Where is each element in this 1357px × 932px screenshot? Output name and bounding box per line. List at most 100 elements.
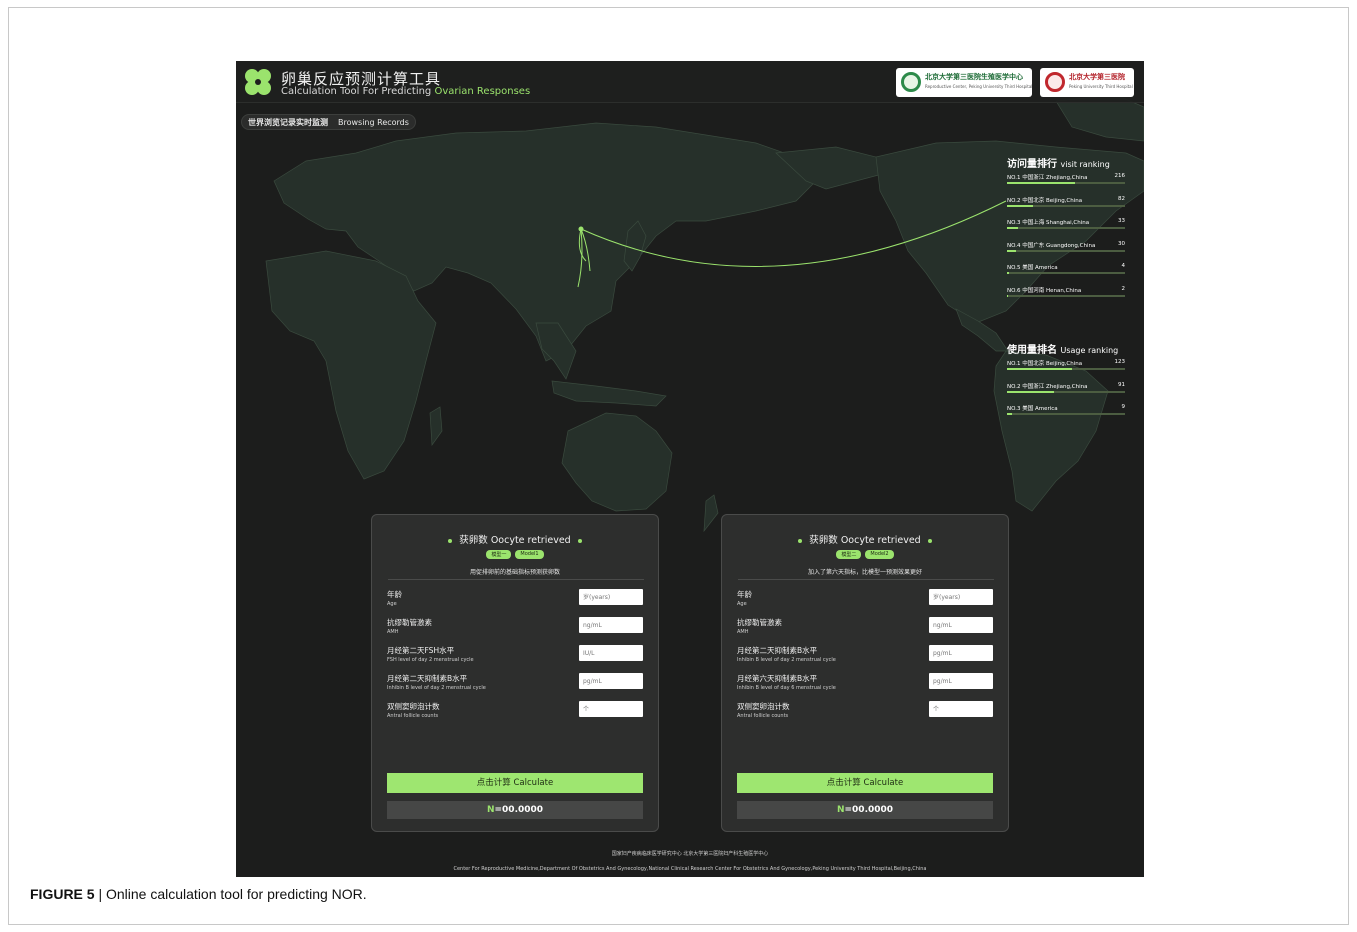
- result-display: N=00.0000: [737, 801, 993, 819]
- ranking-bar-fill: [1007, 227, 1018, 229]
- ranking-bar-fill: [1007, 413, 1012, 415]
- ranking-bar-fill: [1007, 294, 1009, 297]
- field-label-en: Inhibin B level of day 2 menstrual cycle: [387, 685, 486, 691]
- usage-ranking-title-en: Usage ranking: [1060, 346, 1119, 355]
- bullet-dot-icon: [927, 538, 932, 543]
- caption-label: FIGURE 5: [30, 886, 95, 902]
- ranking-bar-track: [1007, 294, 1125, 297]
- input-field-row: 抗缪勒管激素 AMH: [737, 617, 995, 637]
- ranking-bar-track: [1007, 390, 1125, 393]
- footer-cn: 国家妇产疾病临床医学研究中心 北京大学第三医院妇产科生殖医学中心: [611, 851, 769, 857]
- origin-point: [578, 226, 584, 232]
- card-title-text: 获卵数 Oocyte retrieved: [809, 535, 921, 546]
- figure-frame: 卵巢反应预测计算工具 Calculation Tool For Predicti…: [8, 7, 1349, 925]
- figure-caption: FIGURE 5 | Online calculation tool for p…: [30, 886, 367, 902]
- ranking-row: NO.3 中国上海 Shanghai,China 33: [1007, 218, 1125, 241]
- calculate-button[interactable]: 点击计算 Calculate: [737, 773, 993, 793]
- input-field-row: 月经第二天抑制素B水平 Inhibin B level of day 2 mens…: [737, 645, 995, 665]
- ranking-value: 30: [1118, 240, 1125, 247]
- result-value: =00.0000: [844, 805, 894, 815]
- ranking-row: NO.6 中国河南 Henan,China 2: [1007, 286, 1125, 309]
- model-badge-en: Model1: [515, 550, 544, 559]
- card-title-text: 获卵数 Oocyte retrieved: [459, 535, 571, 546]
- ranking-bar-fill: [1007, 249, 1017, 252]
- tab-world-monitor[interactable]: 世界浏览记录实时监测: [248, 117, 328, 128]
- field-input[interactable]: [929, 701, 993, 717]
- clover-logo-icon: [245, 69, 271, 95]
- ranking-label: NO.2 中国浙江 Zhejiang,China: [1007, 383, 1088, 390]
- card-divider: [738, 579, 994, 580]
- ranking-bar-track: [1007, 249, 1125, 252]
- usage-ranking-title: 使用量排名 Usage ranking: [1007, 341, 1125, 356]
- visit-ranking-title-en: visit ranking: [1060, 160, 1110, 169]
- model-badges: 模型一 Model1: [372, 550, 658, 559]
- field-label-en: FSH level of day 2 menstrual cycle: [387, 657, 474, 663]
- ranking-label: NO.6 中国河南 Henan,China: [1007, 287, 1082, 294]
- ranking-row: NO.4 中国广东 Guangdong,China 30: [1007, 241, 1125, 264]
- tab-browsing-records[interactable]: Browsing Records: [338, 118, 409, 127]
- ranking-bar-track: [1007, 413, 1125, 415]
- model-badges: 模型二 Model2: [722, 550, 1008, 559]
- ranking-bar-fill: [1007, 182, 1076, 184]
- ranking-bar-track: [1007, 368, 1125, 370]
- card-title: 获卵数 Oocyte retrieved: [722, 532, 1008, 546]
- hospital-seal-icon: [1045, 72, 1065, 92]
- bullet-dot-icon: [448, 538, 453, 543]
- ranking-bar-track: [1007, 182, 1125, 184]
- model1-card: 获卵数 Oocyte retrieved 模型一 Model1 用促排卵前的基础指标预…: [371, 514, 659, 832]
- ranking-value: 33: [1118, 218, 1125, 224]
- field-input[interactable]: [579, 673, 643, 689]
- card-title: 获卵数 Oocyte retrieved: [372, 532, 658, 546]
- ranking-label: NO.3 中国上海 Shanghai,China: [1007, 220, 1090, 226]
- field-label-cn: 月经第六天抑制素B水平: [737, 674, 818, 683]
- field-input[interactable]: [929, 617, 993, 633]
- ranking-value: 9: [1121, 404, 1126, 410]
- visit-ranking-list: NO.1 中国浙江 Zhejiang,China 216 NO.2 中国北京 Bei…: [1007, 173, 1125, 308]
- field-input[interactable]: [579, 645, 643, 661]
- partner-logo-hospital[interactable]: 北京大学第三医院 Peking University Third Hospita…: [1040, 68, 1134, 97]
- field-input[interactable]: [579, 617, 643, 633]
- partner-sub: Reproductive Center, Peking University T…: [925, 84, 1033, 89]
- top-bar: 卵巢反应预测计算工具 Calculation Tool For Predicti…: [236, 61, 1144, 103]
- field-input[interactable]: [929, 645, 993, 661]
- field-label-cn: 双侧窦卵泡计数: [737, 702, 790, 711]
- field-input[interactable]: [579, 701, 643, 717]
- ranking-value: 82: [1118, 195, 1125, 202]
- land-madagascar: [429, 406, 443, 447]
- partner-logo-reproductive-center[interactable]: 北京大学第三医院生殖医学中心 Reproductive Center, Peki…: [896, 68, 1032, 97]
- ranking-label: NO.3 美国 America: [1007, 406, 1058, 412]
- input-field-row: 双侧窦卵泡计数 Antral follicle counts: [387, 701, 645, 721]
- ranking-bar-fill: [1007, 272, 1010, 274]
- ranking-value: 123: [1114, 359, 1126, 365]
- ranking-row: NO.2 中国浙江 Zhejiang,China 91: [1007, 382, 1125, 405]
- field-input[interactable]: [929, 673, 993, 689]
- usage-ranking-list: NO.1 中国北京 Beijing,China 123 NO.2 中国浙江 Zhej…: [1007, 359, 1125, 427]
- ranking-row: NO.1 中国浙江 Zhejiang,China 216: [1007, 173, 1125, 196]
- field-label-en: Age: [387, 601, 397, 607]
- visit-ranking-title-cn: 访问量排行: [1007, 159, 1057, 170]
- ranking-value: 91: [1118, 381, 1125, 388]
- ranking-bar-track: [1007, 227, 1125, 229]
- field-label-cn: 双侧窦卵泡计数: [387, 702, 440, 711]
- model-description: 加入了第六天指标，比模型一预测效果更好: [807, 569, 922, 576]
- browsing-tabs: 世界浏览记录实时监测 Browsing Records: [241, 114, 416, 130]
- partner-name: 北京大学第三医院生殖医学中心: [925, 72, 1023, 81]
- usage-ranking-title-cn: 使用量排名: [1007, 345, 1057, 356]
- field-label-cn: 月经第二天抑制素B水平: [737, 646, 818, 655]
- ranking-value: 2: [1121, 285, 1126, 292]
- bullet-dot-icon: [577, 538, 582, 543]
- ranking-label: NO.1 中国浙江 Zhejiang,China: [1007, 175, 1088, 181]
- land-africa: [265, 250, 437, 480]
- land-nz: [703, 494, 719, 533]
- partner-name: 北京大学第三医院: [1069, 72, 1125, 81]
- visit-ranking-title: 访问量排行 visit ranking: [1007, 155, 1125, 170]
- field-input[interactable]: [929, 589, 993, 605]
- field-label-en: AMH: [737, 629, 749, 635]
- ranking-value: 4: [1121, 263, 1126, 269]
- ranking-bar-fill: [1007, 368, 1072, 370]
- title-en-highlight: Ovarian Responses: [434, 86, 531, 97]
- calculate-button[interactable]: 点击计算 Calculate: [387, 773, 643, 793]
- field-input[interactable]: [579, 589, 643, 605]
- ranking-label: NO.2 中国北京 Beijing,China: [1007, 197, 1083, 204]
- field-label-cn: 月经第二天FSH水平: [387, 646, 455, 655]
